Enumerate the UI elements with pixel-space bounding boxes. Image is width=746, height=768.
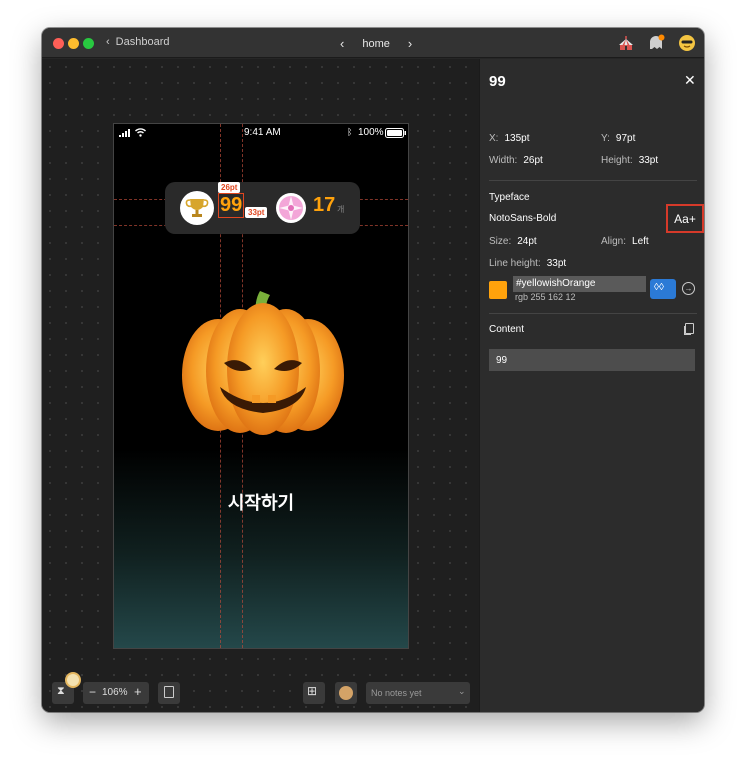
go-to-color-button[interactable]: → [682,282,695,295]
signal-bars-icon [119,129,130,137]
title-bar: ‹ Dashboard ‹ home › [42,28,704,58]
wifi-icon [135,128,146,137]
close-window-button[interactable] [53,38,64,49]
height-label: Height: [601,155,633,166]
color-name[interactable]: #yellowishOrange [513,276,646,292]
color-rgb-value: rgb 255 162 12 [515,292,576,302]
notes-dropdown[interactable]: No notes yet ⌄ [366,682,470,704]
height-dimension: Height: 33pt [601,155,658,166]
content-value-field[interactable]: 99 [489,349,695,371]
x-position: X: 135pt [489,133,529,144]
add-note-icon: ⊞ [307,684,318,698]
close-inspector-button[interactable]: ✕ [684,72,696,89]
width-measure-label: 26pt [218,182,241,193]
battery-percent: 100% [358,127,384,138]
add-text-style-button[interactable]: Aa+ [666,204,704,233]
candy-icon [276,193,306,223]
chevron-down-icon: ⌄ [458,686,466,696]
phone-status-bar: 9:41 AM ᛒ 100% [114,124,408,142]
copy-screen-button[interactable] [158,682,180,704]
x-label: X: [489,133,499,144]
y-label: Y: [601,133,610,144]
add-note-button[interactable]: ⊞ [303,682,325,704]
width-dimension: Width: 26pt [489,155,543,166]
previous-screen-button[interactable]: ‹ [340,36,344,51]
text-align: Align: Left [601,236,649,247]
back-label: Dashboard [115,36,170,48]
user-avatar-icon[interactable] [678,34,696,52]
y-position: Y: 97pt [601,133,635,144]
zoom-window-button[interactable] [83,38,94,49]
hourglass-icon: ⧗ [57,685,65,697]
height-value: 33pt [638,155,659,166]
back-to-dashboard-link[interactable]: ‹ Dashboard [106,36,170,48]
inspector-panel: 99 ✕ X: 135pt Y: 97pt Width: 26pt Height: 33… [479,59,704,712]
screen-navigator: ‹ home › [340,36,412,51]
y-value: 97pt [615,133,636,144]
copy-screen-icon [164,686,174,698]
score-value[interactable]: 99 [217,193,245,218]
x-value: 135pt [504,133,530,144]
divider [489,313,697,314]
zoom-out-button[interactable]: − [89,685,96,699]
line-height: Line height: 33pt [489,258,566,269]
color-format-dropdown[interactable]: ◊◊ [650,279,676,299]
battery-icon [385,128,406,138]
canvas-bottom-toolbar: ⧗ − 106% + ⊞ No notes yet ⌄ [42,672,479,712]
color-swatch[interactable] [489,281,507,299]
notification-ghost-icon[interactable] [647,34,665,52]
bluetooth-icon: ᛒ [347,127,353,137]
circus-tent-icon[interactable] [617,34,635,52]
notes-dropdown-label: No notes yet [371,688,422,698]
size-label: Size: [489,236,512,247]
line-height-value: 33pt [546,258,567,269]
app-window: ‹ Dashboard ‹ home › 9:41 AM ᛒ 100% 99 1… [42,28,704,712]
screen-title: home [362,37,390,50]
zoom-in-button[interactable]: + [134,684,142,699]
candy-unit: 개 [337,205,345,214]
width-value: 26pt [523,155,543,166]
phone-artboard[interactable]: 9:41 AM ᛒ 100% 99 17 개 26pt 33pt 시작하기 [113,123,409,649]
next-screen-button[interactable]: › [408,36,412,51]
jack-o-lantern-image [182,291,344,435]
zoom-control: − 106% + [83,682,149,704]
minimize-window-button[interactable] [68,38,79,49]
candy-count: 17 [313,194,336,216]
chevron-left-icon: ‹ [106,36,110,48]
height-measure-label: 33pt [245,207,268,218]
monkey-avatar-icon [339,686,353,700]
trophy-icon [180,191,214,225]
layer-name: 99 [489,73,506,90]
align-value: Left [632,236,649,247]
content-heading: Content [489,324,525,335]
start-button[interactable]: 시작하기 [114,489,408,515]
font-size: Size: 24pt [489,236,537,247]
help-badge-icon[interactable] [65,672,81,688]
notes-avatar-button[interactable] [335,682,357,704]
design-canvas[interactable]: 9:41 AM ᛒ 100% 99 17 개 26pt 33pt 시작하기 ⧗ … [42,59,479,712]
copy-content-icon[interactable] [685,323,694,334]
size-value: 24pt [517,236,537,247]
zoom-level: 106% [102,687,128,698]
width-label: Width: [489,155,518,166]
typeface-heading: Typeface [489,192,530,203]
status-time: 9:41 AM [244,127,281,138]
droplets-icon: ◊◊ [654,282,664,293]
divider [489,180,697,181]
font-name: NotoSans-Bold [489,213,557,224]
line-height-label: Line height: [489,258,541,269]
align-label: Align: [601,236,627,247]
